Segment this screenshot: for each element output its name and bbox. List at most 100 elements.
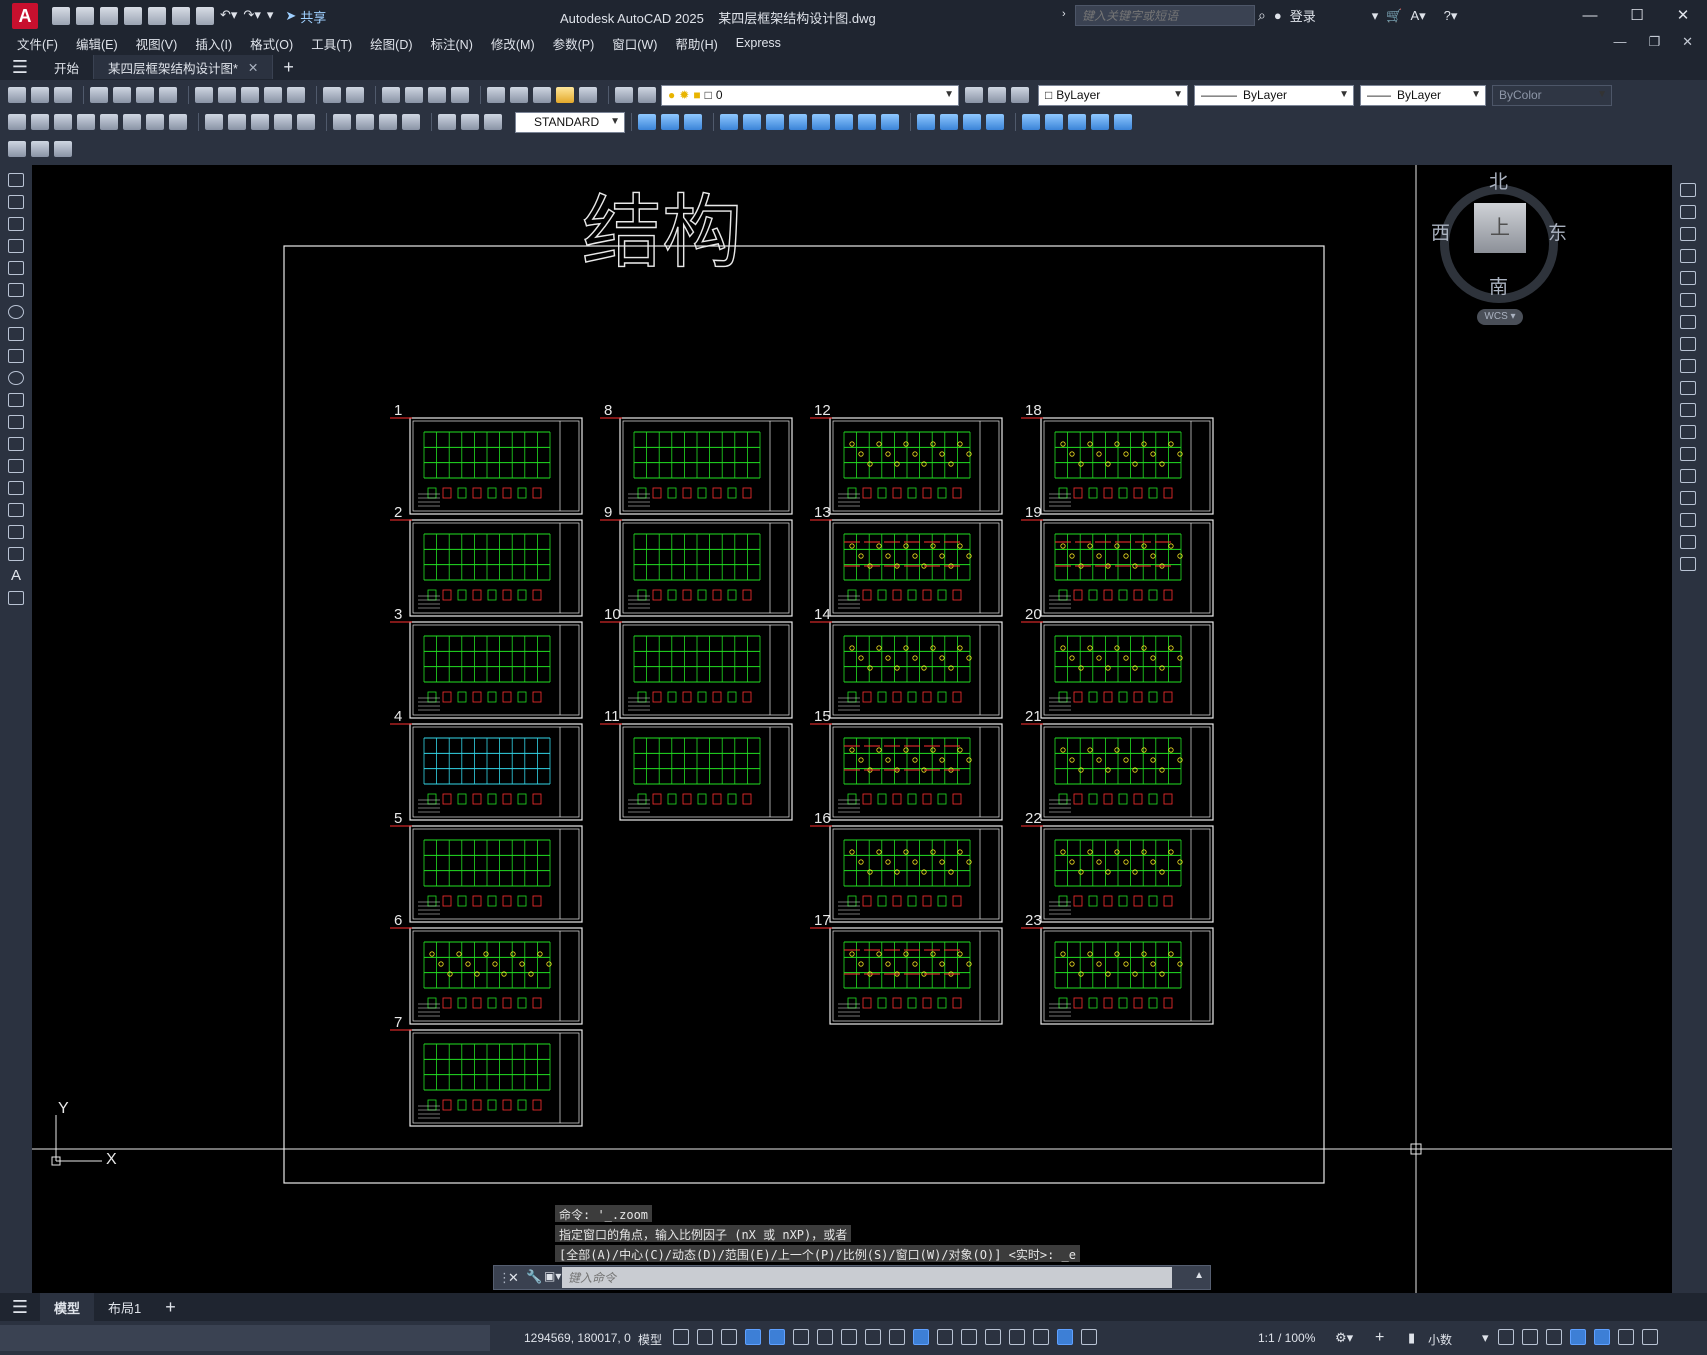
imprint-icon[interactable] [917, 114, 935, 130]
insert-block-icon[interactable] [8, 415, 24, 429]
menu-dimension[interactable]: 标注(N) [431, 34, 473, 53]
dynamic-ucs-icon[interactable] [985, 1329, 1001, 1345]
make-current-layer-icon[interactable] [965, 87, 983, 103]
check-solid-icon[interactable] [1022, 114, 1040, 130]
calculator-icon[interactable] [579, 87, 597, 103]
share-button[interactable]: ➤ 共享 [285, 7, 326, 26]
menu-tools[interactable]: 工具(T) [311, 34, 352, 53]
save-toolbar-icon[interactable] [54, 87, 72, 103]
login-dropdown-icon[interactable]: ▾ [1372, 8, 1379, 24]
save-web-icon[interactable] [172, 7, 190, 25]
dim-update-icon[interactable] [484, 114, 502, 130]
make-block-icon[interactable] [8, 437, 24, 451]
polygon-icon[interactable] [8, 239, 24, 253]
viewcube-west[interactable]: 西 [1431, 218, 1450, 245]
units-dropdown[interactable]: 小数 [1428, 1331, 1452, 1348]
dim-space-icon[interactable] [274, 114, 292, 130]
lineweight-dropdown[interactable]: —— ByLayer ▼ [1360, 84, 1486, 106]
slice-icon[interactable] [1114, 114, 1132, 130]
tab-model[interactable]: 模型 [40, 1293, 95, 1321]
add-selected-icon[interactable] [8, 591, 24, 605]
object-snap-icon[interactable] [865, 1329, 881, 1345]
copy-edges-icon[interactable] [1068, 114, 1086, 130]
dim-linear-icon[interactable] [8, 114, 26, 130]
autocad-logo-icon[interactable]: A [12, 3, 38, 29]
zoom-window-icon[interactable] [428, 87, 446, 103]
cart-icon[interactable]: 🛒 [1386, 8, 1402, 24]
layer-dropdown[interactable]: ● ✹ ■ □ 0 ▼ [661, 84, 959, 106]
customize-qat-icon[interactable]: ▾ [267, 7, 274, 25]
ellipse-icon[interactable] [8, 371, 24, 385]
trim-icon[interactable] [1680, 381, 1696, 395]
save-icon[interactable] [100, 7, 118, 25]
publish-icon[interactable] [136, 87, 154, 103]
lock-ui-icon[interactable] [1522, 1329, 1538, 1345]
grid-icon[interactable] [673, 1329, 689, 1345]
arc-icon[interactable] [8, 283, 24, 297]
dim-aligned-icon[interactable] [31, 114, 49, 130]
tab-layout1[interactable]: 布局1 [94, 1293, 155, 1321]
join-icon[interactable] [1680, 469, 1696, 483]
dim-baseline-icon[interactable] [228, 114, 246, 130]
scale-icon[interactable] [1680, 337, 1696, 351]
dim-jogged-icon[interactable] [123, 114, 141, 130]
lineweight-icon[interactable] [889, 1329, 905, 1345]
polar-tracking-icon[interactable] [793, 1329, 809, 1345]
spline-icon[interactable] [8, 349, 24, 363]
dim-ordinate-icon[interactable] [77, 114, 95, 130]
fullscreen-icon[interactable] [1618, 1329, 1634, 1345]
insert-image-icon[interactable] [8, 141, 26, 157]
command-history-expand-icon[interactable]: ▲ [1194, 1270, 1204, 1281]
viewcube-east[interactable]: 东 [1548, 218, 1567, 245]
search-input[interactable] [1075, 5, 1255, 26]
menu-format[interactable]: 格式(O) [250, 34, 293, 53]
maximize-button[interactable]: ☐ [1617, 4, 1657, 28]
chamfer-icon[interactable] [1680, 491, 1696, 505]
customization-menu-icon[interactable] [1642, 1329, 1658, 1345]
hatch-icon[interactable] [8, 481, 24, 495]
shell-icon[interactable] [986, 114, 1004, 130]
dim-radius-icon[interactable] [100, 114, 118, 130]
copy-icon[interactable] [218, 87, 236, 103]
layer-properties-icon[interactable] [638, 87, 656, 103]
login-button[interactable]: 登录 [1290, 6, 1316, 25]
layer-previous-icon[interactable] [988, 87, 1006, 103]
doc-minimize-icon[interactable]: — [1613, 34, 1626, 50]
doc-restore-icon[interactable]: ❐ [1648, 34, 1660, 50]
undo-icon[interactable]: ↶▾ [220, 7, 237, 25]
cut-icon[interactable] [195, 87, 213, 103]
break-icon[interactable] [1680, 447, 1696, 461]
linetype-dropdown[interactable]: ——— ByLayer ▼ [1194, 84, 1354, 106]
dim-text-edit-icon[interactable] [461, 114, 479, 130]
layout-menu-icon[interactable]: ☰ [0, 1294, 40, 1320]
annotation-monitor-icon[interactable]: + [1375, 1329, 1384, 1347]
extrude-faces-icon[interactable] [720, 114, 738, 130]
infer-constraints-icon[interactable] [721, 1329, 737, 1345]
save-as-icon[interactable] [124, 7, 142, 25]
array-icon[interactable] [1680, 271, 1696, 285]
sheet-set-icon[interactable] [556, 87, 574, 103]
fillet-icon[interactable] [1680, 513, 1696, 527]
quick-dim-icon[interactable] [205, 114, 223, 130]
menu-help[interactable]: 帮助(H) [675, 34, 717, 53]
qnew-icon[interactable] [8, 87, 26, 103]
menu-file[interactable]: 文件(F) [17, 34, 58, 53]
viewcube-top-face[interactable]: 上 [1474, 203, 1526, 253]
color-dropdown[interactable]: □ ByLayer ▼ [1038, 84, 1188, 106]
menu-draw[interactable]: 绘图(D) [370, 34, 412, 53]
erase-icon[interactable] [1680, 183, 1696, 197]
extract-edges-icon[interactable] [1045, 114, 1063, 130]
dim-diameter-icon[interactable] [146, 114, 164, 130]
command-input[interactable] [562, 1267, 1172, 1288]
3d-print-icon[interactable] [159, 87, 177, 103]
copy-object-icon[interactable] [1680, 205, 1696, 219]
color-edges-icon[interactable] [1091, 114, 1109, 130]
layer-states-icon[interactable] [1011, 87, 1029, 103]
clean-screen-icon[interactable] [1594, 1329, 1610, 1345]
menu-parametric[interactable]: 参数(P) [553, 34, 595, 53]
revision-cloud-icon[interactable] [8, 327, 24, 341]
dim-continue-icon[interactable] [251, 114, 269, 130]
dim-angular-icon[interactable] [169, 114, 187, 130]
menu-express[interactable]: Express [736, 36, 781, 50]
line-icon[interactable] [8, 173, 24, 187]
